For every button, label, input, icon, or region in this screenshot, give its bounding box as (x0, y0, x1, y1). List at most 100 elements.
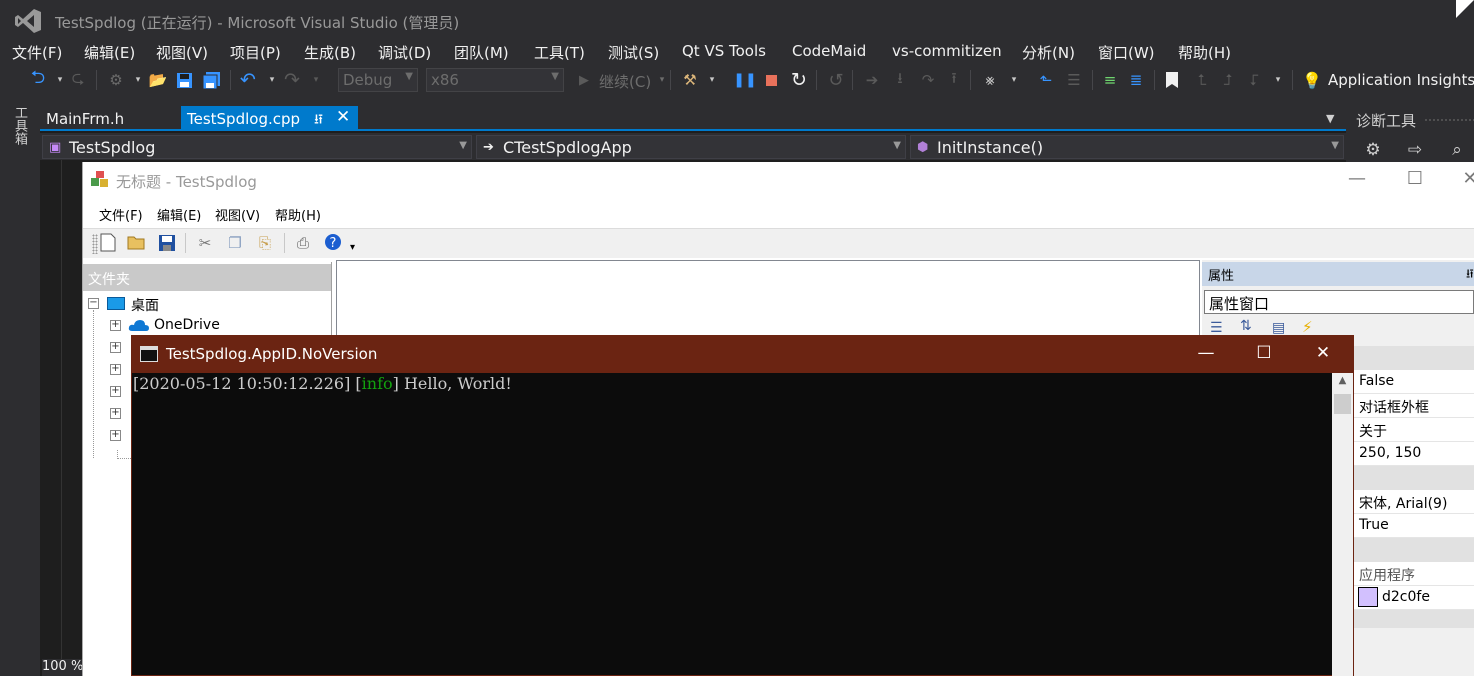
vs-menu-window[interactable]: 窗口(W) (1098, 42, 1155, 63)
properties-object-combo[interactable]: 属性窗口 (1204, 290, 1474, 314)
vs-menu-edit[interactable]: 编辑(E) (84, 42, 135, 63)
undo-icon[interactable]: ↶ (238, 69, 258, 91)
property-value[interactable]: 应用程序 (1354, 562, 1474, 586)
tree-expander-minus-icon[interactable]: − (88, 298, 99, 309)
stack-frames-icon[interactable]: ☰ (1064, 70, 1084, 90)
document-view[interactable] (336, 260, 1200, 340)
mfc-menu-edit[interactable]: 编辑(E) (157, 205, 201, 224)
paste-icon[interactable]: ⎘ (254, 232, 276, 254)
forward-icon[interactable]: ⮎ (68, 68, 88, 90)
back-dropdown-icon[interactable]: ▾ (50, 70, 70, 90)
mfc-menu-help[interactable]: 帮助(H) (275, 205, 321, 224)
vs-menu-view[interactable]: 视图(V) (156, 42, 208, 63)
tree-expander-plus-icon[interactable]: + (110, 430, 121, 441)
zoom-level[interactable]: 100 % (42, 659, 86, 676)
class-combo[interactable]: ➔ CTestSpdlogApp ▼ (476, 135, 906, 159)
comment-lines-icon[interactable]: ≡ (1100, 70, 1120, 90)
vs-menu-tools[interactable]: 工具(T) (534, 42, 585, 63)
property-value[interactable]: 250, 150 (1354, 442, 1474, 466)
toolbar-grip[interactable] (92, 234, 98, 254)
project-combo[interactable]: ▣ TestSpdlog ▼ (42, 135, 472, 159)
vs-menu-build[interactable]: 生成(B) (304, 42, 356, 63)
toolbar-overflow-icon[interactable]: ▾ (350, 242, 355, 253)
member-combo[interactable]: ⬢ InitInstance() ▼ (910, 135, 1344, 159)
show-next-statement-icon[interactable]: ➔ (862, 70, 882, 90)
back-icon[interactable]: ⮌ (28, 67, 48, 90)
tree-item-onedrive[interactable]: OneDrive (154, 317, 220, 333)
vs-menu-test[interactable]: 测试(S) (608, 42, 659, 63)
step-over-icon[interactable]: ↷ (918, 70, 938, 90)
tree-expander-plus-icon[interactable]: + (110, 364, 121, 375)
property-value[interactable]: True (1354, 514, 1474, 538)
solution-platform-combo[interactable]: x86 ▼ (426, 68, 564, 92)
vs-menu-file[interactable]: 文件(F) (12, 42, 62, 63)
mfc-menu-view[interactable]: 视图(V) (215, 205, 260, 224)
redo-icon[interactable]: ↷ (282, 69, 302, 91)
redo-dropdown-icon[interactable]: ▾ (306, 70, 326, 90)
tree-expander-plus-icon[interactable]: + (110, 342, 121, 353)
alphabetical-sort-icon[interactable]: ⇅ (1240, 318, 1252, 334)
property-value[interactable]: False (1354, 370, 1474, 394)
cut-icon[interactable]: ✂ (194, 232, 216, 254)
continue-dropdown-icon[interactable]: ▾ (652, 70, 672, 90)
close-button[interactable]: ✕ (1450, 168, 1474, 192)
toolbar-options-dropdown-icon[interactable]: ▾ (1268, 70, 1288, 90)
vs-menu-help[interactable]: 帮助(H) (1178, 42, 1231, 63)
scroll-up-arrow-icon[interactable]: ▲ (1332, 375, 1353, 391)
property-value[interactable]: 宋体, Arial(9) (1354, 490, 1474, 514)
tab-list-dropdown-icon[interactable]: ▼ (1326, 112, 1334, 125)
mfc-menu-file[interactable]: 文件(F) (99, 205, 143, 224)
copy-icon[interactable]: ❐ (224, 232, 246, 254)
maximize-button[interactable]: ☐ (1395, 168, 1435, 192)
console-output[interactable] (132, 373, 1332, 676)
vs-menu-vs-commitizen[interactable]: vs-commitizen (892, 42, 1002, 60)
tree-expander-plus-icon[interactable]: + (110, 408, 121, 419)
open-folder-icon[interactable] (127, 234, 147, 251)
hot-reload-icon[interactable]: ↺ (826, 70, 846, 91)
show-threads-icon[interactable]: ⬑ (1036, 70, 1056, 90)
scrollbar-thumb[interactable] (1334, 394, 1351, 414)
export-icon[interactable]: ⇨ (1403, 139, 1427, 161)
process-icon[interactable]: ⚒ (680, 70, 700, 90)
restart-icon[interactable]: ↻ (789, 69, 809, 91)
print-icon[interactable]: ⎙ (292, 232, 314, 254)
application-insights-button[interactable]: Application Insights (1328, 71, 1474, 89)
thread-filter-icon[interactable]: ⨳ (980, 70, 1000, 90)
clear-bookmarks-icon[interactable]: ⮦ (1244, 70, 1264, 90)
pin-pane-icon[interactable]: ⭿ (1466, 265, 1474, 286)
next-bookmark-icon[interactable]: ⮥ (1218, 70, 1238, 90)
new-document-icon[interactable] (100, 233, 116, 252)
previous-bookmark-icon[interactable]: ⮤ (1192, 70, 1212, 90)
save-icon[interactable] (158, 234, 176, 252)
vs-menu-qt-vs-tools[interactable]: Qt VS Tools (682, 42, 766, 60)
toolbox-tab[interactable]: 工具箱 (10, 106, 29, 145)
zoom-search-icon[interactable]: ⌕ (1445, 139, 1469, 161)
console-scrollbar[interactable] (1332, 373, 1353, 676)
undo-dropdown-icon[interactable]: ▾ (262, 70, 282, 90)
vs-menu-team[interactable]: 团队(M) (454, 42, 509, 63)
tree-expander-plus-icon[interactable]: + (110, 386, 121, 397)
continue-button[interactable]: 继续(C) (599, 71, 651, 92)
save-icon[interactable] (176, 72, 193, 89)
property-value[interactable]: 关于 (1354, 418, 1474, 442)
panel-grip[interactable] (1424, 118, 1474, 122)
step-into-icon[interactable]: ⭳ (890, 69, 910, 90)
console-minimize-button[interactable]: — (1183, 343, 1229, 365)
settings-gear-icon[interactable]: ⚙ (1361, 139, 1385, 161)
process-dropdown-icon[interactable]: ▾ (702, 70, 722, 90)
categorized-icon[interactable]: ☰ (1210, 320, 1223, 336)
tree-expander-plus-icon[interactable]: + (110, 320, 121, 331)
close-tab-icon[interactable]: ✕ (336, 107, 350, 127)
vs-menu-analyze[interactable]: 分析(N) (1022, 42, 1075, 63)
save-all-icon[interactable] (202, 71, 222, 90)
filter-dropdown-icon[interactable]: ▾ (1004, 70, 1024, 90)
property-pages-icon[interactable]: ▤ (1272, 320, 1285, 336)
solution-configuration-combo[interactable]: Debug ▼ (338, 68, 418, 92)
open-folder-icon[interactable]: 📂 (148, 70, 168, 90)
uncomment-lines-icon[interactable]: ≣ (1126, 70, 1146, 90)
stop-debugging-icon[interactable] (766, 75, 777, 86)
events-lightning-icon[interactable]: ⚡ (1302, 318, 1313, 336)
new-project-icon[interactable]: ⚙ (106, 70, 126, 90)
help-icon[interactable]: ? (324, 233, 342, 251)
tab-mainfrm-h[interactable]: MainFrm.h (46, 110, 124, 128)
